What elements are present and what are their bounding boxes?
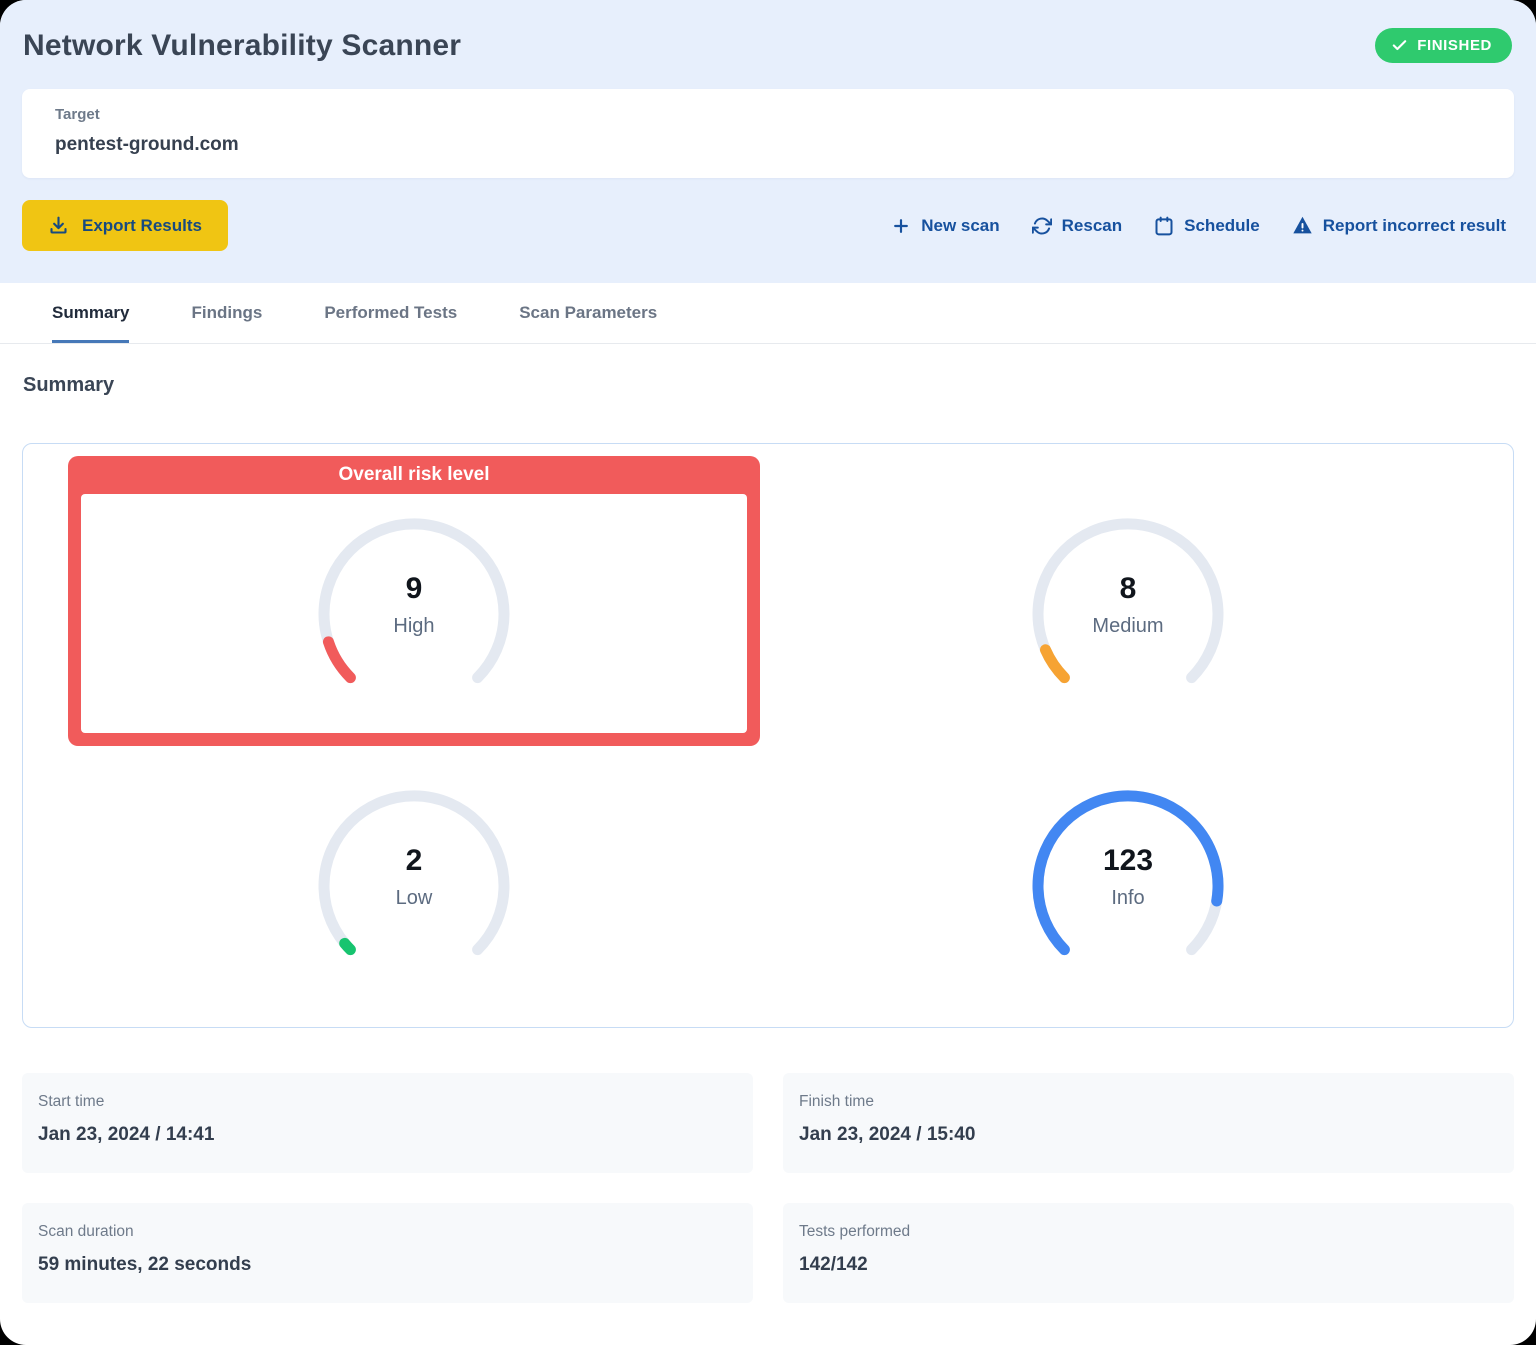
report-incorrect-result-button[interactable]: Report incorrect result [1292,215,1506,236]
status-badge: FINISHED [1375,28,1512,63]
high-count: 9 [406,572,423,606]
refresh-icon [1032,216,1052,236]
medium-count: 8 [1120,572,1137,606]
tab-scan-parameters[interactable]: Scan Parameters [519,283,657,343]
target-value: pentest-ground.com [55,134,1481,156]
low-label: Low [396,887,433,910]
page-title: Network Vulnerability Scanner [23,29,461,63]
target-card: Target pentest-ground.com [22,89,1514,178]
scan-duration-value: 59 minutes, 22 seconds [38,1254,737,1276]
overall-risk-banner: Overall risk level [68,456,760,494]
scan-duration-label: Scan duration [38,1223,737,1241]
low-count: 2 [406,844,423,878]
header: Network Vulnerability Scanner FINISHED T… [0,0,1536,283]
status-badge-label: FINISHED [1417,37,1492,54]
download-icon [48,215,69,236]
new-scan-label: New scan [921,216,999,236]
overall-risk-body: 9 High [81,494,747,733]
info-label: Info [1111,887,1144,910]
header-actions: New scan Rescan Schedule [891,215,1506,236]
check-icon [1391,37,1408,54]
medium-label: Medium [1092,615,1163,638]
calendar-icon [1154,216,1174,236]
gauge-high: 9 High [314,514,514,714]
tab-findings[interactable]: Findings [191,283,262,343]
schedule-label: Schedule [1184,216,1260,236]
tests-performed-value: 142/142 [799,1254,1498,1276]
tab-summary[interactable]: Summary [52,283,129,343]
tests-performed-card: Tests performed 142/142 [783,1203,1514,1303]
report-incorrect-result-label: Report incorrect result [1323,216,1506,236]
finish-time-value: Jan 23, 2024 / 15:40 [799,1124,1498,1146]
warning-icon [1292,215,1313,236]
plus-icon [891,216,911,236]
scan-details: Start time Jan 23, 2024 / 14:41 Finish t… [22,1073,1514,1303]
section-heading: Summary [23,374,1514,397]
tab-bar: Summary Findings Performed Tests Scan Pa… [0,283,1536,344]
summary-panel: Summary Overall risk level 9 High [0,344,1536,1303]
tests-performed-label: Tests performed [799,1223,1498,1241]
finish-time-label: Finish time [799,1093,1498,1111]
tab-performed-tests[interactable]: Performed Tests [324,283,457,343]
rescan-label: Rescan [1062,216,1122,236]
export-results-label: Export Results [82,216,202,236]
new-scan-button[interactable]: New scan [891,216,999,236]
gauge-info: 123 Info [1028,786,1228,986]
gauge-low: 2 Low [314,786,514,986]
overall-risk-card: Overall risk level 9 High [68,456,760,746]
finish-time-card: Finish time Jan 23, 2024 / 15:40 [783,1073,1514,1173]
target-label: Target [55,106,1481,123]
gauge-medium: 8 Medium [1028,514,1228,714]
schedule-button[interactable]: Schedule [1154,216,1260,236]
export-results-button[interactable]: Export Results [22,200,228,251]
network-vulnerability-scanner-app: Network Vulnerability Scanner FINISHED T… [0,0,1536,1345]
start-time-value: Jan 23, 2024 / 14:41 [38,1124,737,1146]
high-label: High [393,615,434,638]
start-time-label: Start time [38,1093,737,1111]
severity-gauges-card: Overall risk level 9 High [22,443,1514,1028]
toolbar: Export Results New scan Rescan [22,200,1514,251]
scan-duration-card: Scan duration 59 minutes, 22 seconds [22,1203,753,1303]
start-time-card: Start time Jan 23, 2024 / 14:41 [22,1073,753,1173]
rescan-button[interactable]: Rescan [1032,216,1122,236]
info-count: 123 [1103,844,1153,878]
